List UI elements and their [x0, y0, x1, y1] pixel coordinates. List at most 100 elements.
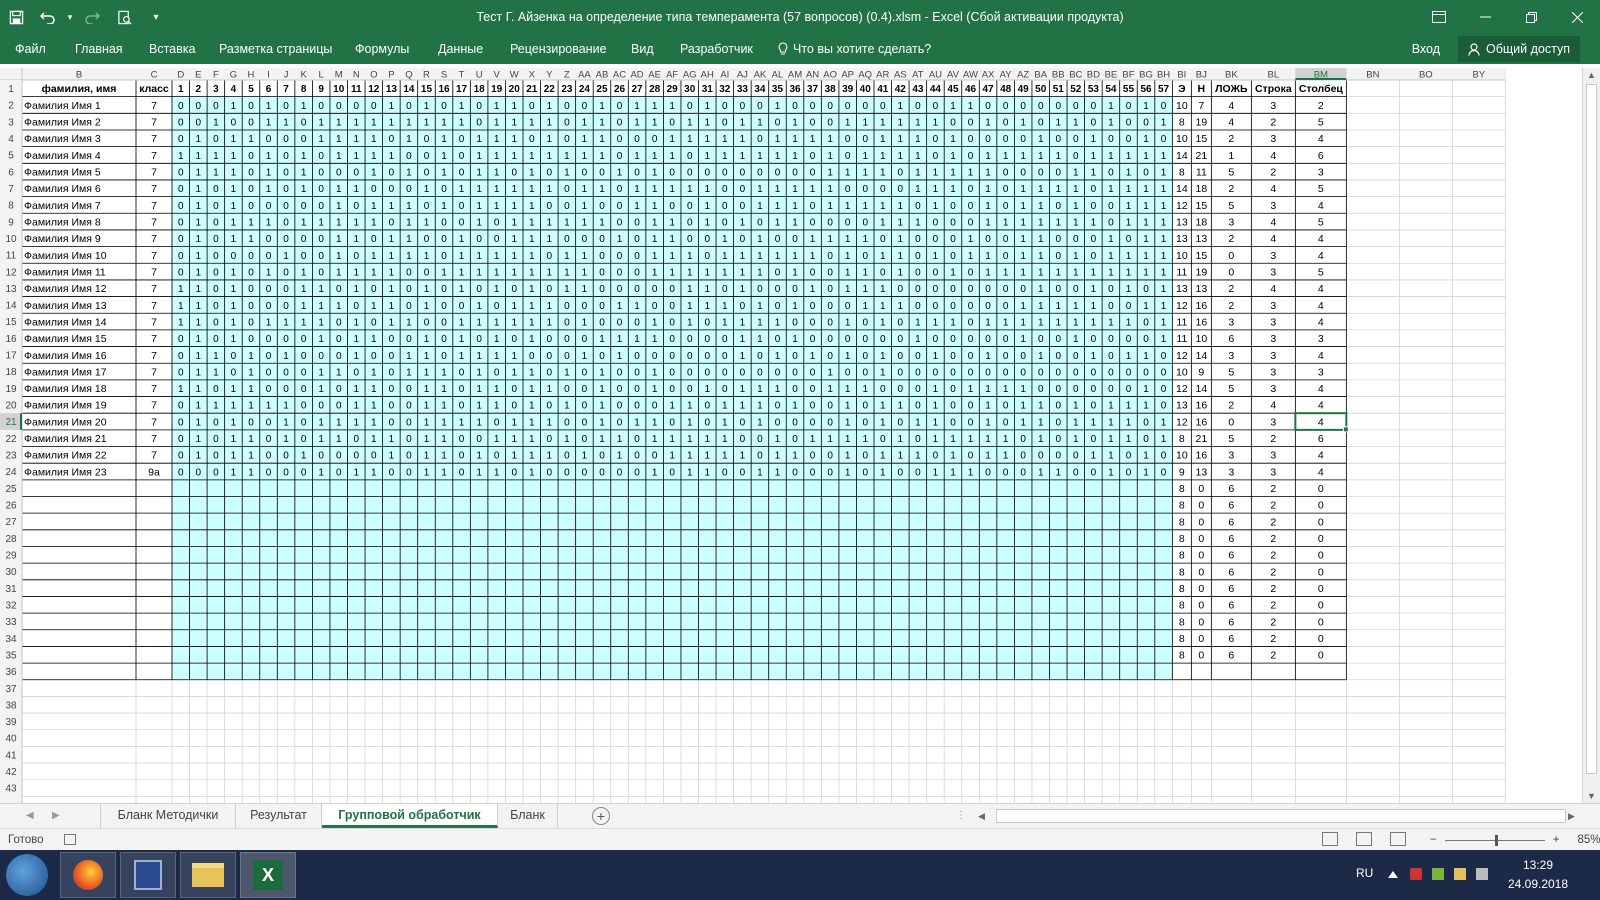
student-class[interactable]: 7: [151, 450, 157, 462]
row-header-10[interactable]: 10: [5, 234, 17, 245]
answer-cell[interactable]: 1: [547, 234, 553, 245]
answer-cell[interactable]: 0: [547, 168, 553, 179]
score-col[interactable]: 4: [1318, 250, 1324, 262]
answer-cell[interactable]: 0: [476, 284, 482, 295]
answer-cell[interactable]: 1: [529, 217, 535, 228]
answer-cell[interactable]: 1: [1161, 301, 1167, 312]
score-col[interactable]: 5: [1318, 216, 1324, 228]
answer-cell[interactable]: 1: [652, 201, 658, 212]
answer-cell[interactable]: 1: [740, 351, 746, 362]
answer-cell[interactable]: 1: [810, 251, 816, 262]
language-indicator[interactable]: RU: [1356, 866, 1373, 880]
score-n[interactable]: 15: [1196, 133, 1208, 145]
answer-cell[interactable]: 0: [441, 217, 447, 228]
answer-cell[interactable]: 1: [915, 184, 921, 195]
answer-cell[interactable]: 0: [1055, 417, 1061, 428]
answer-cell[interactable]: 1: [547, 301, 553, 312]
answer-cell[interactable]: 0: [792, 417, 798, 428]
answer-cell[interactable]: 1: [669, 101, 675, 112]
answer-cell[interactable]: 1: [564, 401, 570, 412]
answer-cell[interactable]: 1: [406, 367, 412, 378]
answer-cell[interactable]: 1: [704, 434, 710, 445]
answer-cell[interactable]: 0: [1126, 134, 1132, 145]
column-header-L[interactable]: L: [319, 70, 324, 81]
answer-cell[interactable]: 0: [968, 217, 974, 228]
answer-cell[interactable]: 0: [196, 467, 202, 478]
score-lie[interactable]: 5: [1228, 366, 1234, 378]
answer-cell[interactable]: 1: [915, 118, 921, 129]
answer-cell[interactable]: 0: [652, 134, 658, 145]
answer-cell[interactable]: 0: [529, 351, 535, 362]
answer-cell[interactable]: 1: [547, 451, 553, 462]
answer-cell[interactable]: 0: [880, 434, 886, 445]
answer-cell[interactable]: 1: [494, 151, 500, 162]
score-row[interactable]: 4: [1270, 216, 1276, 228]
answer-cell[interactable]: 1: [1126, 251, 1132, 262]
answer-cell[interactable]: 0: [213, 101, 219, 112]
score-lie[interactable]: 3: [1228, 216, 1234, 228]
header-question[interactable]: 9: [318, 84, 324, 95]
answer-cell[interactable]: 1: [950, 451, 956, 462]
answer-cell[interactable]: 1: [196, 384, 202, 395]
answer-cell[interactable]: 1: [933, 201, 939, 212]
student-class[interactable]: 7: [151, 233, 157, 245]
header-question[interactable]: 11: [351, 84, 362, 95]
answer-cell[interactable]: 0: [231, 367, 237, 378]
answer-cell[interactable]: 0: [424, 317, 430, 328]
student-name[interactable]: Фамилия Имя 15: [24, 333, 107, 345]
score-row[interactable]: 2: [1270, 516, 1276, 528]
answer-cell[interactable]: 1: [1143, 467, 1149, 478]
answer-cell[interactable]: 1: [599, 134, 605, 145]
answer-cell[interactable]: 0: [827, 451, 833, 462]
answer-cell[interactable]: 0: [722, 367, 728, 378]
answer-cell[interactable]: 0: [669, 317, 675, 328]
answer-cell[interactable]: 1: [1161, 317, 1167, 328]
answer-cell[interactable]: 1: [898, 451, 904, 462]
answer-cell[interactable]: 1: [757, 201, 763, 212]
answer-cell[interactable]: 1: [371, 217, 377, 228]
answer-cell[interactable]: 0: [1055, 367, 1061, 378]
answer-cell[interactable]: 1: [564, 217, 570, 228]
answer-cell[interactable]: 1: [915, 134, 921, 145]
answer-cell[interactable]: 1: [968, 101, 974, 112]
answer-cell[interactable]: 0: [634, 284, 640, 295]
answer-cell[interactable]: 1: [862, 201, 868, 212]
column-header-AG[interactable]: AG: [683, 70, 697, 81]
answer-cell[interactable]: 1: [1091, 267, 1097, 278]
answer-cell[interactable]: 1: [301, 217, 307, 228]
student-name[interactable]: Фамилия Имя 5: [24, 167, 101, 179]
answer-cell[interactable]: 0: [669, 284, 675, 295]
column-header-AZ[interactable]: AZ: [1017, 70, 1029, 81]
answer-cell[interactable]: 1: [494, 184, 500, 195]
row-header-27[interactable]: 27: [5, 517, 17, 528]
answer-cell[interactable]: 1: [898, 118, 904, 129]
answer-cell[interactable]: 1: [985, 217, 991, 228]
answer-cell[interactable]: 0: [1020, 451, 1026, 462]
answer-cell[interactable]: 0: [757, 284, 763, 295]
answer-cell[interactable]: 1: [1038, 301, 1044, 312]
answer-cell[interactable]: 1: [1038, 201, 1044, 212]
answer-cell[interactable]: 1: [827, 184, 833, 195]
answer-cell[interactable]: 0: [985, 101, 991, 112]
answer-cell[interactable]: 0: [248, 118, 254, 129]
answer-cell[interactable]: 0: [687, 351, 693, 362]
answer-cell[interactable]: 1: [1020, 417, 1026, 428]
score-row[interactable]: 3: [1270, 466, 1276, 478]
score-row[interactable]: 4: [1270, 150, 1276, 162]
answer-cell[interactable]: 1: [669, 134, 675, 145]
answer-cell[interactable]: 1: [634, 184, 640, 195]
answer-cell[interactable]: 1: [792, 201, 798, 212]
answer-cell[interactable]: 0: [599, 451, 605, 462]
answer-cell[interactable]: 1: [406, 201, 412, 212]
answer-cell[interactable]: 0: [406, 451, 412, 462]
answer-cell[interactable]: 1: [564, 267, 570, 278]
answer-cell[interactable]: 1: [1073, 217, 1079, 228]
answer-cell[interactable]: 0: [669, 334, 675, 345]
sheet-tab-blank[interactable]: Бланк: [498, 804, 558, 828]
answer-cell[interactable]: 1: [1126, 201, 1132, 212]
column-header-Z[interactable]: Z: [564, 70, 570, 81]
answer-cell[interactable]: 0: [687, 234, 693, 245]
tray-antivirus-icon[interactable]: [1410, 868, 1422, 880]
answer-cell[interactable]: 0: [266, 251, 272, 262]
answer-cell[interactable]: 1: [1055, 151, 1061, 162]
